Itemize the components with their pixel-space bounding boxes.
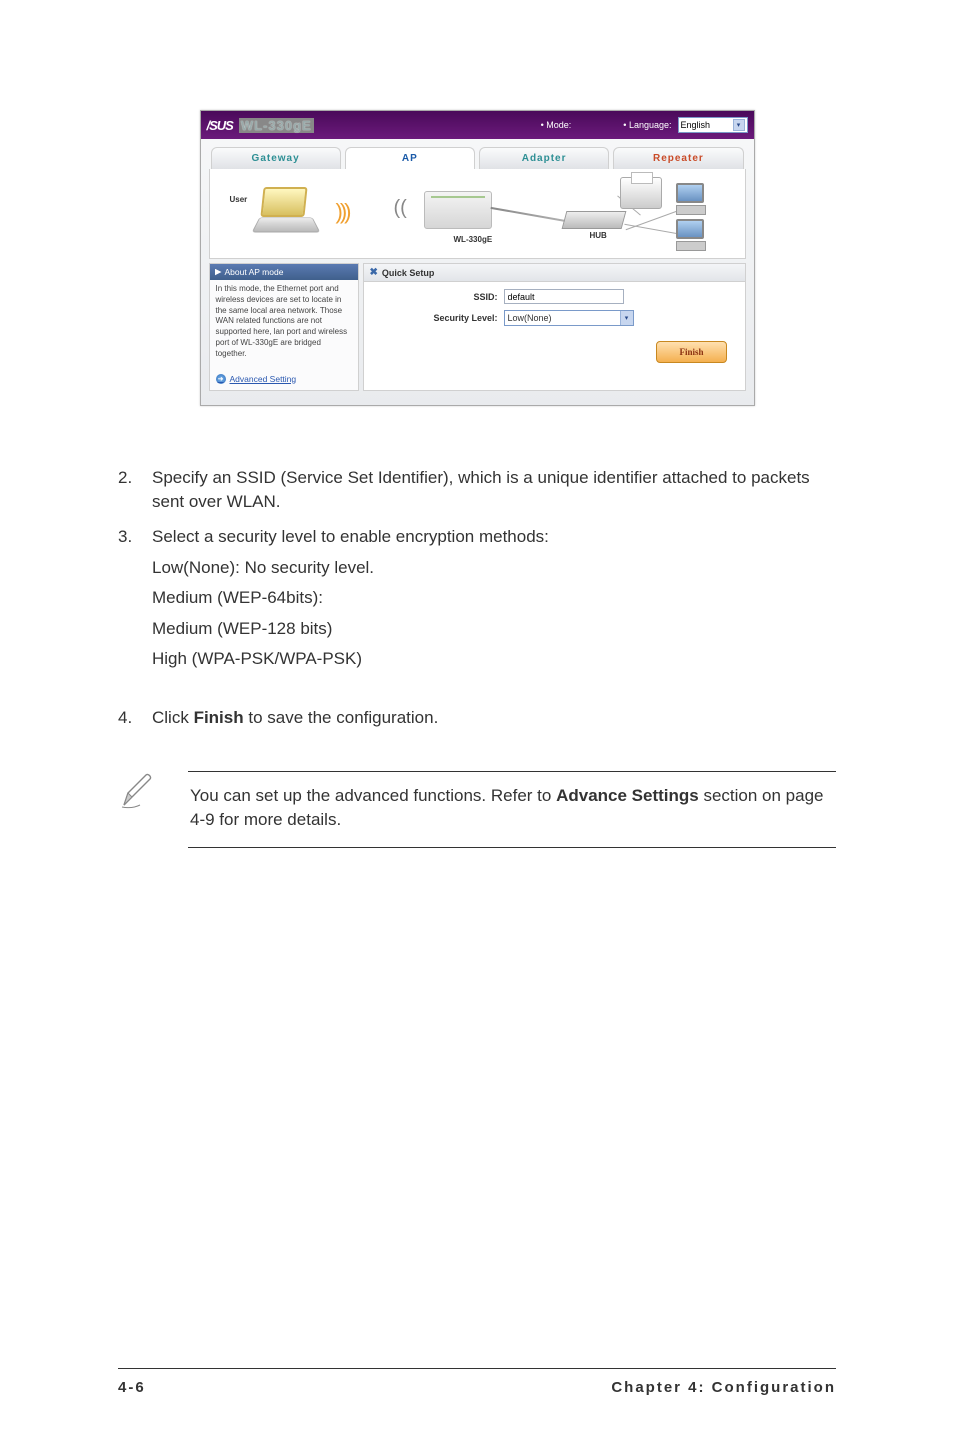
window-body: Gateway AP Adapter Repeater User ))) (( … [201, 139, 754, 405]
finish-button[interactable]: Finish [656, 341, 726, 363]
step3-line: High (WPA-PSK/WPA-PSK) [152, 647, 836, 672]
step-text: Specify an SSID (Service Set Identifier)… [152, 466, 836, 515]
title-bar: /SUS WL-330gE • Mode: • Language: Englis… [201, 111, 754, 139]
note-bold: Advance Settings [556, 786, 699, 805]
step4-post: to save the configuration. [244, 708, 439, 727]
instruction-steps: 2. Specify an SSID (Service Set Identifi… [118, 466, 836, 731]
wifi-icon: ))) [336, 199, 349, 225]
language-value: English [681, 120, 711, 130]
tab-gateway[interactable]: Gateway [211, 147, 341, 169]
step4-bold: Finish [194, 708, 244, 727]
diagram-hub-label: HUB [590, 231, 607, 240]
pc-icon [676, 219, 712, 251]
language-label: • Language: [623, 120, 671, 130]
mode-label: • Mode: [541, 120, 572, 130]
language-select[interactable]: English ▾ [678, 117, 748, 133]
lower-panels: About AP mode In this mode, the Ethernet… [209, 263, 746, 391]
router-window: /SUS WL-330gE • Mode: • Language: Englis… [200, 110, 755, 406]
security-select[interactable]: Low(None) ▾ [504, 310, 634, 326]
note-text: You can set up the advanced functions. R… [188, 771, 836, 848]
chapter-label: Chapter 4: Configuration [611, 1379, 836, 1396]
step4-pre: Click [152, 708, 194, 727]
page-number: 4-6 [118, 1379, 146, 1396]
advanced-setting-link[interactable]: ➜ Advanced Setting [216, 374, 358, 384]
sidebar-text: In this mode, the Ethernet port and wire… [210, 280, 358, 364]
step-number: 2. [118, 466, 152, 515]
diagram-user-label: User [230, 195, 248, 204]
network-diagram: User ))) (( WL-330gE HUB [209, 169, 746, 259]
page-footer: 4-6 Chapter 4: Configuration [118, 1368, 836, 1396]
ssid-label: SSID: [374, 292, 498, 302]
panel-title: Quick Setup [382, 268, 435, 278]
step-3: 3. Select a security level to enable enc… [118, 525, 836, 672]
pc-icon [676, 183, 712, 215]
tools-icon: ✖ [370, 267, 378, 278]
advanced-setting-label: Advanced Setting [230, 374, 297, 384]
security-row: Security Level: Low(None) ▾ [364, 307, 745, 329]
step-text: Click Finish to save the configuration. [152, 706, 836, 731]
diagram-device-label: WL-330gE [454, 235, 493, 244]
tab-adapter[interactable]: Adapter [479, 147, 609, 169]
printer-icon [620, 177, 662, 209]
router-admin-screenshot: /SUS WL-330gE • Mode: • Language: Englis… [200, 110, 755, 406]
sidebar-title: About AP mode [225, 267, 284, 277]
step3-options: Low(None): No security level. Medium (WE… [152, 556, 836, 673]
step-number: 4. [118, 706, 152, 731]
chevron-down-icon: ▾ [733, 119, 745, 131]
tab-ap[interactable]: AP [345, 147, 475, 169]
sidebar-header: About AP mode [210, 264, 358, 280]
step3-line: Medium (WEP-128 bits) [152, 617, 836, 642]
wifi-icon: (( [394, 197, 407, 220]
step-4: 4. Click Finish to save the configuratio… [118, 706, 836, 731]
step3-line: Medium (WEP-64bits): [152, 586, 836, 611]
step3-line: Low(None): No security level. [152, 556, 836, 581]
security-value: Low(None) [508, 313, 552, 323]
ssid-input[interactable] [504, 289, 624, 304]
ssid-row: SSID: [364, 286, 745, 307]
step-number: 3. [118, 525, 152, 672]
brand-logo: /SUS [207, 118, 233, 133]
pencil-note-icon [118, 771, 158, 811]
model-label: WL-330gE [239, 118, 314, 133]
note-block: You can set up the advanced functions. R… [118, 771, 836, 848]
panel-header: ✖ Quick Setup [364, 264, 745, 282]
note-pre: You can set up the advanced functions. R… [190, 786, 556, 805]
mode-tabs: Gateway AP Adapter Repeater [209, 147, 746, 169]
step-2: 2. Specify an SSID (Service Set Identifi… [118, 466, 836, 515]
quick-setup-panel: ✖ Quick Setup SSID: Security Level: Low(… [363, 263, 746, 391]
connection-line [625, 209, 682, 230]
router-device-icon [424, 191, 492, 229]
hub-icon [561, 211, 626, 229]
step-text: Select a security level to enable encryp… [152, 525, 836, 672]
arrow-circle-icon: ➜ [216, 374, 226, 384]
step3-intro: Select a security level to enable encryp… [152, 525, 836, 550]
connection-line [624, 224, 683, 235]
security-label: Security Level: [374, 313, 498, 323]
laptop-icon [256, 185, 330, 235]
tab-repeater[interactable]: Repeater [613, 147, 743, 169]
chevron-down-icon: ▾ [620, 311, 633, 325]
about-sidebar: About AP mode In this mode, the Ethernet… [209, 263, 359, 391]
